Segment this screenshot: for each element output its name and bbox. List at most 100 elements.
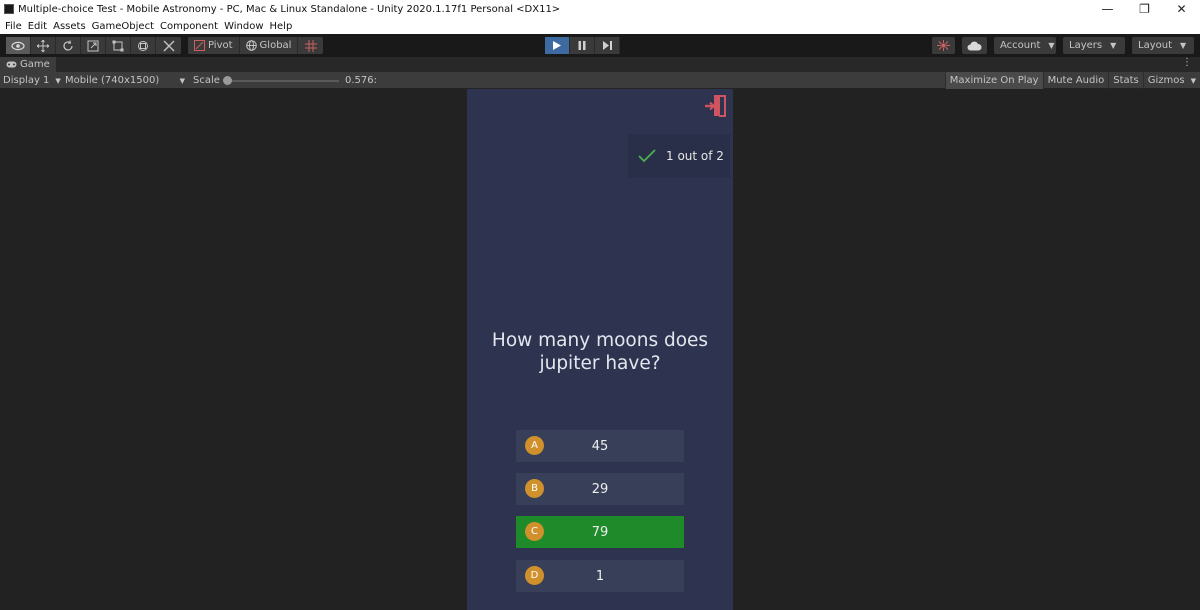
- pivot-toggle[interactable]: Pivot: [188, 37, 240, 54]
- game-view-options: Maximize On Play Mute Audio Stats Gizmos…: [944, 72, 1200, 89]
- menu-bar: File Edit Assets GameObject Component Wi…: [0, 18, 1200, 34]
- step-button[interactable]: [595, 37, 620, 54]
- mute-audio-toggle[interactable]: Mute Audio: [1042, 72, 1109, 89]
- transform-tools: [6, 37, 181, 54]
- question-text: How many moons does jupiter have?: [491, 330, 709, 374]
- window-title: Multiple-choice Test - Mobile Astronomy …: [18, 3, 561, 15]
- scale-value: 0.576:: [345, 75, 377, 86]
- eye-icon: [11, 41, 25, 50]
- collab-icon: [937, 40, 950, 51]
- tab-menu-icon[interactable]: ⋮: [1182, 57, 1192, 68]
- custom-tool-button[interactable]: [156, 37, 181, 54]
- pause-icon: [578, 41, 586, 50]
- game-screen: 1 out of 2 How many moons does jupiter h…: [467, 89, 733, 610]
- playback-controls: [545, 37, 620, 54]
- grid-snap-icon: [304, 39, 317, 52]
- exit-door-icon: [705, 95, 726, 117]
- stats-toggle[interactable]: Stats: [1108, 72, 1143, 89]
- transform-tool-button[interactable]: [131, 37, 156, 54]
- rotate-tool-button[interactable]: [56, 37, 81, 54]
- score-text: 1 out of 2: [666, 149, 724, 163]
- scale-label: Scale: [193, 75, 220, 86]
- move-tool-button[interactable]: [31, 37, 56, 54]
- answer-button-a[interactable]: A 45: [516, 430, 684, 462]
- globe-icon: [245, 40, 257, 51]
- pivot-label: Pivot: [208, 40, 233, 51]
- resolution-dropdown[interactable]: Mobile (740x1500) ▼: [65, 72, 185, 89]
- layout-dropdown[interactable]: Layout ▼: [1132, 37, 1194, 54]
- answer-button-c[interactable]: C 79: [516, 516, 684, 548]
- minimize-button[interactable]: —: [1089, 0, 1126, 18]
- move-icon: [37, 39, 49, 52]
- cloud-icon: [967, 41, 982, 50]
- tools-icon: [163, 40, 174, 51]
- menu-component[interactable]: Component: [160, 21, 218, 32]
- pivot-tools: Pivot Global: [188, 37, 324, 54]
- play-button[interactable]: [545, 37, 570, 54]
- restore-button[interactable]: ❐: [1126, 0, 1163, 18]
- layers-label: Layers: [1069, 40, 1103, 51]
- pause-button[interactable]: [570, 37, 595, 54]
- menu-gameobject[interactable]: GameObject: [92, 21, 154, 32]
- check-icon: [632, 149, 662, 163]
- scale-tool-button[interactable]: [81, 37, 106, 54]
- scale-icon: [87, 40, 99, 51]
- unity-logo-icon: [4, 4, 14, 14]
- layout-label: Layout: [1138, 40, 1172, 51]
- chevron-down-icon: ▼: [1048, 41, 1055, 50]
- gizmos-dropdown[interactable]: Gizmos ▼: [1142, 72, 1200, 89]
- rect-icon: [112, 40, 124, 51]
- play-icon: [553, 41, 561, 50]
- view-tool-button[interactable]: [6, 37, 31, 54]
- close-button[interactable]: ✕: [1163, 0, 1200, 18]
- answer-value: 45: [591, 438, 609, 454]
- global-toggle[interactable]: Global: [240, 37, 299, 54]
- maximize-on-play-toggle[interactable]: Maximize On Play: [944, 72, 1043, 89]
- menu-window[interactable]: Window: [224, 21, 263, 32]
- answer-value: 79: [591, 524, 609, 540]
- menu-help[interactable]: Help: [270, 21, 293, 32]
- cloud-button[interactable]: [962, 37, 987, 54]
- account-dropdown[interactable]: Account ▼: [994, 37, 1056, 54]
- window-controls: — ❐ ✕: [1089, 0, 1200, 18]
- chevron-down-icon: ▼: [1190, 76, 1196, 85]
- display-dropdown[interactable]: Display 1 ▼: [3, 72, 61, 89]
- chevron-down-icon: ▼: [1110, 41, 1117, 50]
- score-panel: 1 out of 2: [628, 134, 730, 178]
- game-tab-bar: Game ⋮: [0, 57, 1200, 72]
- global-label: Global: [259, 40, 292, 51]
- transform-icon: [138, 40, 148, 51]
- game-viewport: 1 out of 2 How many moons does jupiter h…: [0, 89, 1200, 610]
- game-view-toolbar: Display 1 ▼ Mobile (740x1500) ▼ Scale 0.…: [0, 72, 1200, 89]
- scale-slider-track[interactable]: [227, 80, 339, 82]
- menu-edit[interactable]: Edit: [28, 21, 47, 32]
- resolution-label: Mobile (740x1500): [65, 75, 160, 86]
- pivot-icon: [194, 40, 205, 51]
- chevron-down-icon: ▼: [55, 76, 61, 85]
- display-label: Display 1: [3, 75, 50, 86]
- chevron-down-icon: ▼: [1180, 41, 1187, 50]
- collab-button[interactable]: [932, 37, 955, 54]
- account-label: Account: [1000, 40, 1041, 51]
- right-toolbar: Account ▼ Layers ▼ Layout ▼: [932, 37, 1194, 54]
- gamepad-icon: [6, 61, 17, 68]
- rect-tool-button[interactable]: [106, 37, 131, 54]
- chevron-down-icon: ▼: [179, 76, 185, 85]
- gizmos-label: Gizmos: [1147, 75, 1185, 86]
- answer-value: 29: [591, 481, 609, 497]
- tab-game[interactable]: Game: [0, 57, 56, 72]
- rotate-icon: [63, 39, 73, 51]
- exit-button[interactable]: [705, 93, 727, 117]
- answer-value: 1: [595, 568, 605, 584]
- window-titlebar: Multiple-choice Test - Mobile Astronomy …: [0, 0, 1200, 18]
- tab-game-label: Game: [20, 59, 50, 70]
- answer-button-d[interactable]: D 1: [516, 560, 684, 592]
- scale-slider-handle[interactable]: [223, 76, 232, 85]
- layers-dropdown[interactable]: Layers ▼: [1063, 37, 1125, 54]
- menu-file[interactable]: File: [5, 21, 22, 32]
- step-icon: [602, 41, 612, 50]
- menu-assets[interactable]: Assets: [53, 21, 86, 32]
- main-toolbar: Pivot Global Account ▼ Layers ▼ Layout ▼: [0, 34, 1200, 57]
- answer-button-b[interactable]: B 29: [516, 473, 684, 505]
- grid-snap-button[interactable]: [298, 37, 323, 54]
